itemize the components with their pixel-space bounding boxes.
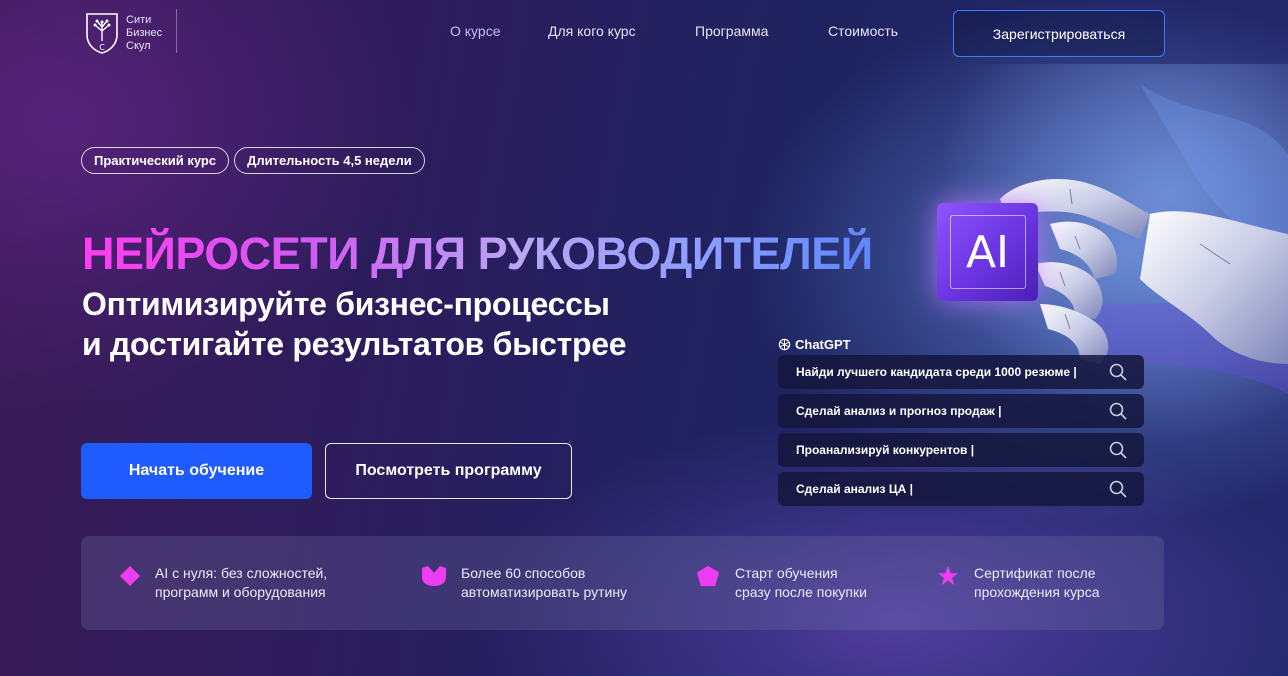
tag-practical: Практический курс: [81, 147, 230, 174]
logo-text: Сити Бизнес Скул: [126, 14, 162, 53]
view-program-button[interactable]: Посмотреть программу: [325, 443, 572, 499]
prompt-row[interactable]: Найди лучшего кандидата среди 1000 резюм…: [778, 355, 1144, 389]
pentagon-icon: [697, 565, 719, 587]
feature-item: AI с нуля: без сложностей, программ и об…: [119, 564, 327, 602]
search-icon: [1109, 480, 1127, 498]
top-navigation: С Сити Бизнес Скул О курсе Для кого курс…: [0, 0, 1288, 64]
tag-duration: Длительность 4,5 недели: [234, 147, 425, 174]
nav-link-program[interactable]: Программа: [695, 23, 768, 39]
features-panel: AI с нуля: без сложностей, программ и об…: [81, 536, 1164, 630]
logo-line: Бизнес: [126, 26, 163, 39]
logo-line: Сити: [126, 13, 152, 26]
star-icon: [937, 565, 959, 586]
feature-line: AI с нуля: без сложностей,: [155, 565, 328, 581]
prompt-text: Сделай анализ ЦА |: [796, 482, 913, 496]
ai-chip-label: AI: [949, 215, 1026, 289]
shield-tree-icon: С: [86, 13, 118, 54]
hero-subtitle-line: и достигайте результатов быстрее: [82, 326, 627, 362]
nav-link-price[interactable]: Стоимость: [828, 23, 898, 39]
feature-line: сразу после покупки: [735, 584, 867, 600]
prompt-text: Сделай анализ и прогноз продаж |: [796, 404, 1002, 418]
logo-letter: С: [99, 43, 105, 52]
start-learning-button[interactable]: Начать обучение: [81, 443, 312, 499]
feature-text: Более 60 способов автоматизировать рутин…: [461, 564, 627, 602]
search-icon: [1109, 402, 1127, 420]
diamond-icon: [120, 566, 140, 586]
prompt-row[interactable]: Проанализируй конкурентов |: [778, 433, 1144, 467]
logo-line: Скул: [126, 39, 151, 52]
feature-item: Сертификат после прохождения курса: [936, 564, 1100, 602]
prompt-row[interactable]: Сделай анализ ЦА |: [778, 472, 1144, 506]
logo-divider: [176, 9, 177, 53]
chatgpt-label-text: ChatGPT: [795, 337, 851, 352]
feature-line: программ и оборудования: [155, 584, 326, 600]
openai-logo-icon: [778, 338, 791, 351]
hero-subtitle: Оптимизируйте бизнес-процессы и достигай…: [82, 284, 627, 364]
bowl-icon: [422, 566, 446, 586]
feature-line: Сертификат после: [974, 565, 1096, 581]
feature-item: Старт обучения сразу после покупки: [695, 564, 867, 602]
feature-item: Более 60 способов автоматизировать рутин…: [421, 564, 627, 602]
feature-line: прохождения курса: [974, 584, 1100, 600]
prompt-text: Проанализируй конкурентов |: [796, 443, 975, 457]
prompt-text: Найди лучшего кандидата среди 1000 резюм…: [796, 365, 1077, 379]
feature-text: Старт обучения сразу после покупки: [735, 564, 867, 602]
hero-title: НЕЙРОСЕТИ ДЛЯ РУКОВОДИТЕЛЕЙ: [82, 228, 873, 279]
register-button[interactable]: Зарегистрироваться: [953, 10, 1165, 57]
prompt-row[interactable]: Сделай анализ и прогноз продаж |: [778, 394, 1144, 428]
course-tags: Практический курс Длительность 4,5 недел…: [81, 147, 425, 174]
feature-line: Более 60 способов: [461, 565, 586, 581]
nav-link-audience[interactable]: Для кого курс: [548, 23, 636, 39]
feature-text: AI с нуля: без сложностей, программ и об…: [155, 564, 327, 602]
feature-line: автоматизировать рутину: [461, 584, 628, 600]
chatgpt-label: ChatGPT: [778, 337, 851, 352]
logo[interactable]: С Сити Бизнес Скул: [84, 9, 184, 57]
nav-link-about[interactable]: О курсе: [450, 23, 500, 39]
feature-line: Старт обучения: [735, 565, 838, 581]
feature-text: Сертификат после прохождения курса: [974, 564, 1100, 602]
search-icon: [1109, 441, 1127, 459]
search-icon: [1109, 363, 1127, 381]
hero-subtitle-line: Оптимизируйте бизнес-процессы: [82, 286, 610, 322]
ai-chip: AI: [937, 203, 1038, 301]
